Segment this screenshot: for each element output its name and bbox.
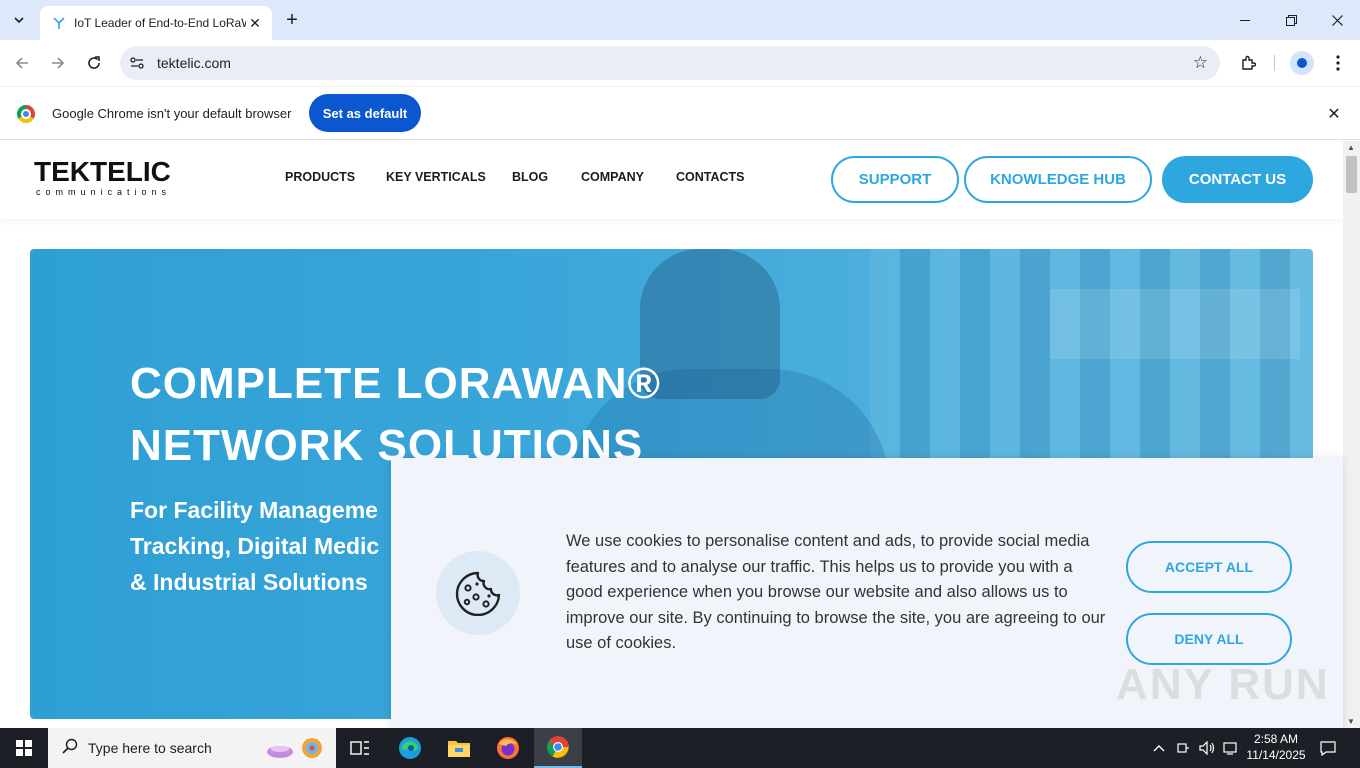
notifications-icon[interactable] bbox=[1316, 728, 1340, 768]
cookie-message: We use cookies to personalise content an… bbox=[566, 532, 1106, 652]
edge-icon bbox=[399, 737, 421, 759]
nav-blog[interactable]: BLOG bbox=[512, 170, 548, 184]
nav-contacts[interactable]: CONTACTS bbox=[676, 170, 745, 184]
scroll-up-arrow-icon[interactable]: ▲ bbox=[1347, 143, 1355, 152]
taskbar-search-placeholder: Type here to search bbox=[88, 740, 212, 756]
chrome-icon bbox=[547, 736, 569, 758]
cookie-icon bbox=[436, 551, 520, 635]
knowledge-hub-button[interactable]: KNOWLEDGE HUB bbox=[964, 156, 1152, 203]
taskbar-search-box[interactable]: Type here to search bbox=[48, 728, 336, 768]
tab-title: IoT Leader of End-to-End LoRaWAN bbox=[74, 16, 246, 30]
chrome-menu-icon[interactable] bbox=[1326, 51, 1350, 75]
contact-us-button[interactable]: CONTACT US bbox=[1162, 156, 1313, 203]
back-button[interactable] bbox=[10, 51, 34, 75]
chrome-logo-icon bbox=[17, 105, 35, 123]
close-window-button[interactable] bbox=[1314, 0, 1360, 40]
tab-close-icon[interactable]: ✕ bbox=[246, 14, 264, 32]
system-clock[interactable]: 2:58 AM 11/14/2025 bbox=[1240, 731, 1312, 763]
task-view-icon bbox=[350, 741, 369, 755]
hero-subtitle-line-1: For Facility Manageme bbox=[130, 497, 378, 523]
tab-search-button[interactable] bbox=[6, 8, 32, 32]
anyrun-watermark: ANY RUN bbox=[1116, 660, 1330, 709]
forward-button[interactable] bbox=[46, 51, 70, 75]
deny-all-button[interactable]: DENY ALL bbox=[1126, 613, 1292, 665]
minimize-icon bbox=[1240, 19, 1250, 21]
set-as-default-button[interactable]: Set as default bbox=[309, 94, 421, 132]
hero-subtitle-line-3: & Industrial Solutions bbox=[130, 569, 368, 595]
default-browser-infobar: Google Chrome isn't your default browser… bbox=[0, 86, 1360, 140]
hero-subtitle: For Facility Manageme Tracking, Digital … bbox=[130, 492, 379, 600]
url-text[interactable]: tektelic.com bbox=[157, 55, 231, 71]
windows-logo-icon bbox=[16, 740, 32, 756]
reload-icon bbox=[88, 56, 100, 69]
minimize-button[interactable] bbox=[1222, 0, 1268, 40]
hero-background-equipment bbox=[870, 249, 1313, 489]
address-bar[interactable]: tektelic.com ☆ bbox=[120, 46, 1220, 80]
page-scrollbar[interactable]: ▲ ▼ bbox=[1343, 141, 1360, 728]
task-view-button[interactable] bbox=[336, 728, 384, 768]
back-arrow-icon bbox=[15, 57, 28, 69]
logo-wordmark: TEKTELIC bbox=[34, 156, 171, 187]
scroll-down-arrow-icon[interactable]: ▼ bbox=[1347, 717, 1355, 726]
input-indicator-icon[interactable] bbox=[1220, 728, 1242, 768]
browser-toolbar: tektelic.com ☆ bbox=[0, 40, 1360, 86]
extensions-icon[interactable] bbox=[1236, 51, 1260, 75]
logo-tagline: communications bbox=[36, 187, 172, 197]
clock-time: 2:58 AM bbox=[1253, 732, 1299, 746]
restore-button[interactable] bbox=[1268, 0, 1314, 40]
volume-icon[interactable] bbox=[1196, 728, 1218, 768]
start-button[interactable] bbox=[0, 728, 48, 768]
nav-products[interactable]: PRODUCTS bbox=[285, 170, 355, 184]
reload-button[interactable] bbox=[82, 51, 106, 75]
site-settings-icon[interactable] bbox=[128, 54, 146, 72]
nav-company[interactable]: COMPANY bbox=[581, 170, 644, 184]
taskbar-file-explorer[interactable] bbox=[435, 728, 483, 768]
hero-background-monitor bbox=[1050, 289, 1300, 359]
bookmark-star-icon[interactable]: ☆ bbox=[1193, 53, 1208, 73]
support-button[interactable]: SUPPORT bbox=[831, 156, 959, 203]
hero-title-line-1: COMPLETE LORAWAN® bbox=[130, 359, 661, 408]
accept-all-button[interactable]: ACCEPT ALL bbox=[1126, 541, 1292, 593]
search-icon bbox=[62, 738, 82, 759]
forward-arrow-icon bbox=[52, 57, 65, 69]
browser-tab-active[interactable]: IoT Leader of End-to-End LoRaWAN ✕ bbox=[40, 6, 272, 40]
infobar-close-icon[interactable]: ✕ bbox=[1324, 104, 1344, 124]
taskbar-edge[interactable] bbox=[386, 728, 434, 768]
scrollbar-thumb[interactable] bbox=[1346, 156, 1357, 193]
show-hidden-icons-chevron-icon[interactable] bbox=[1149, 728, 1169, 768]
site-header: TEKTELIC communications PRODUCTS KEY VER… bbox=[0, 141, 1343, 219]
hero-background-person-head bbox=[640, 249, 780, 399]
taskbar-chrome[interactable] bbox=[534, 728, 582, 768]
profile-avatar-icon[interactable] bbox=[1290, 51, 1314, 75]
tab-strip: IoT Leader of End-to-End LoRaWAN ✕ + bbox=[0, 0, 1360, 40]
toolbar-separator bbox=[1274, 55, 1275, 71]
tektelic-favicon-icon bbox=[52, 16, 66, 30]
search-highlight-icon bbox=[267, 738, 322, 758]
firefox-icon bbox=[497, 737, 519, 759]
hero-subtitle-line-2: Tracking, Digital Medic bbox=[130, 533, 380, 559]
taskbar-firefox[interactable] bbox=[484, 728, 532, 768]
restore-icon bbox=[1285, 14, 1297, 26]
tektelic-logo[interactable]: TEKTELIC communications bbox=[34, 157, 184, 199]
infobar-message: Google Chrome isn't your default browser bbox=[52, 106, 292, 121]
chevron-down-icon bbox=[14, 17, 24, 23]
new-tab-button[interactable]: + bbox=[280, 9, 304, 31]
network-icon[interactable] bbox=[1172, 728, 1194, 768]
windows-taskbar: Type here to search 2:58 AM 11/14/2025 bbox=[0, 728, 1360, 768]
folder-icon bbox=[448, 741, 470, 757]
nav-key-verticals[interactable]: KEY VERTICALS bbox=[386, 170, 486, 184]
close-icon bbox=[1331, 14, 1343, 26]
clock-date: 11/14/2025 bbox=[1246, 748, 1306, 762]
